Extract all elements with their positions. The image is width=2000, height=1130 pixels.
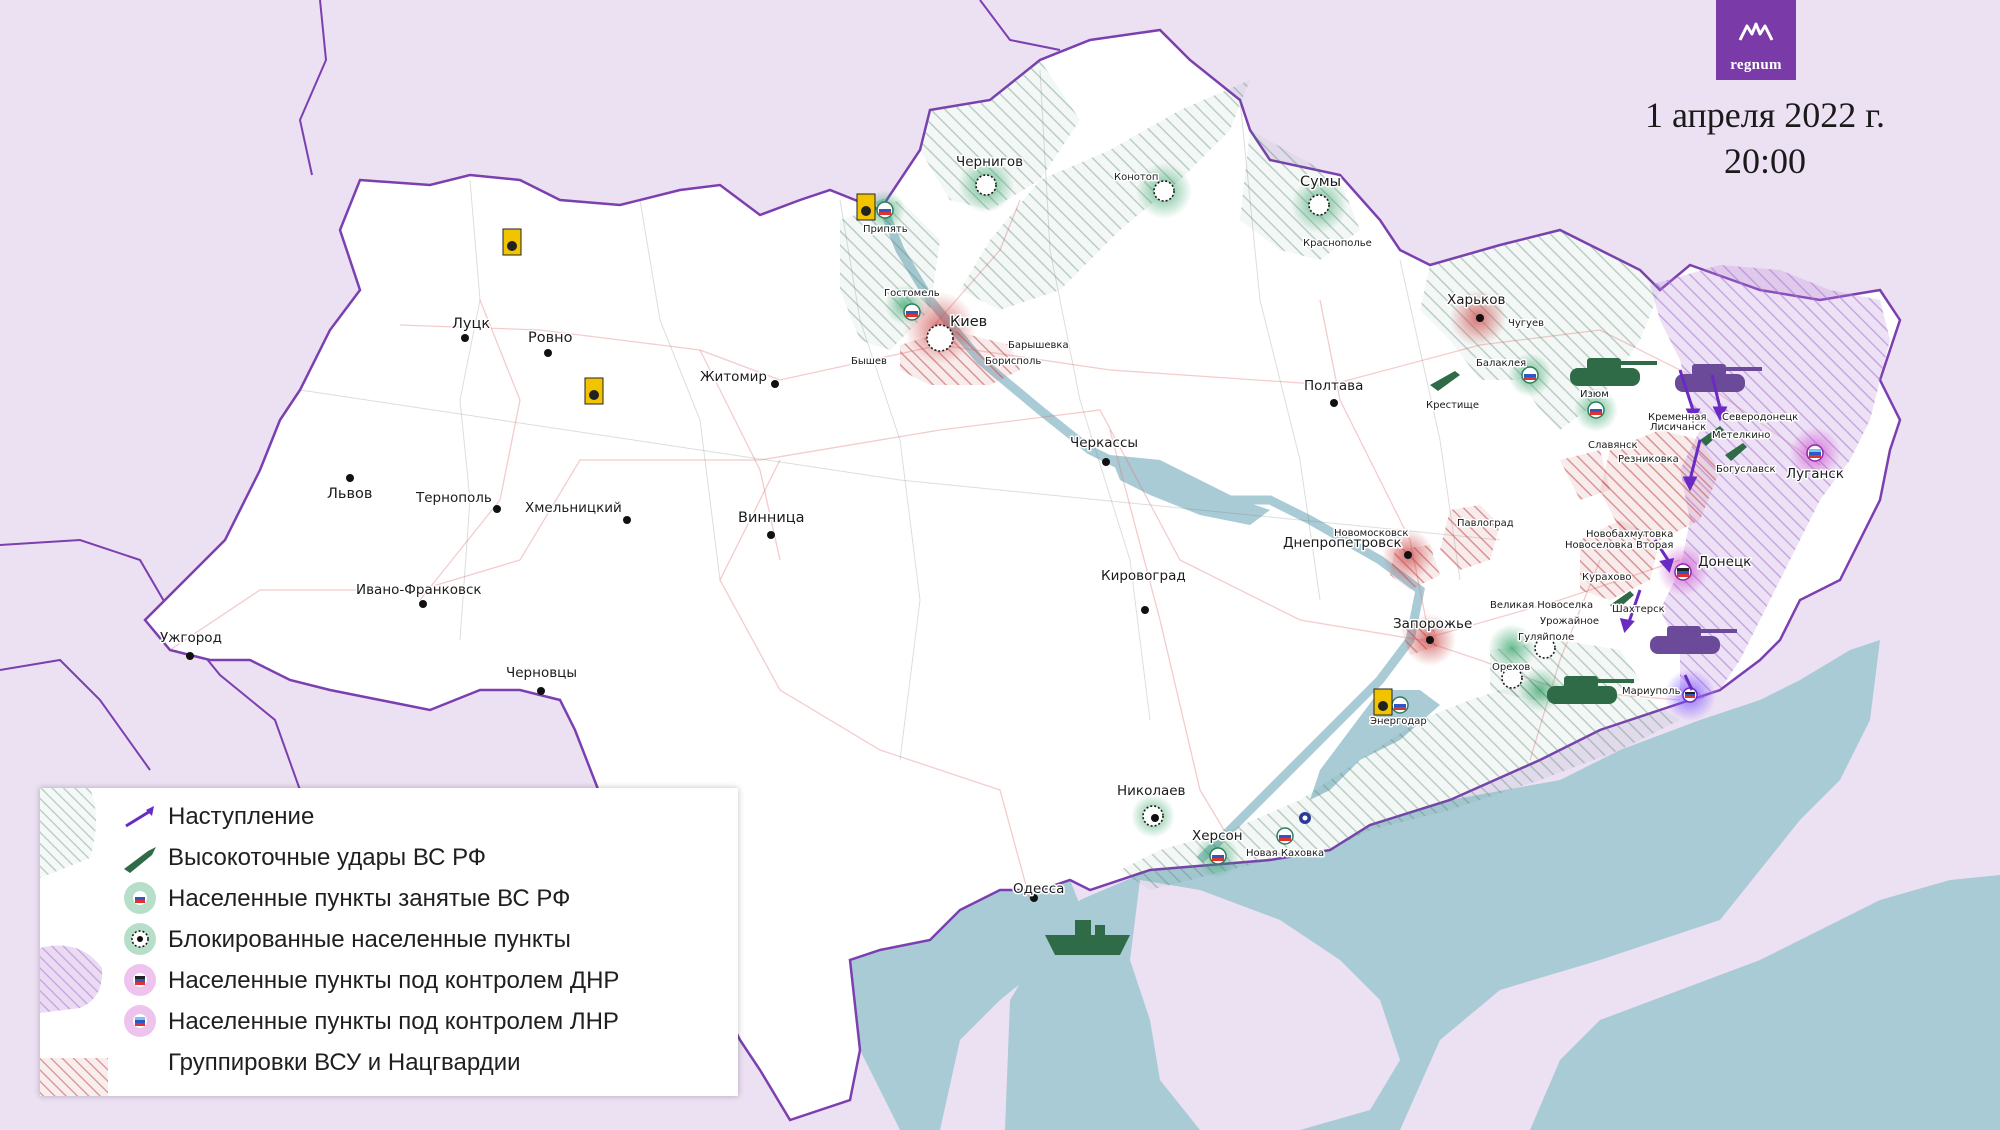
label-shakhtersk: Шахтерск — [1612, 604, 1665, 615]
legend-item-lnr: Населенные пункты под контролем ЛНР — [40, 1001, 738, 1041]
label-novobakhmutovka: Новобахмутовка — [1586, 529, 1673, 540]
date-text: 1 апреля 2022 г. — [1645, 95, 1885, 135]
gear-icon — [1299, 812, 1311, 824]
label-metelkino: Метелкино — [1712, 430, 1770, 441]
label-rubezhnoe: Резниковка — [1618, 454, 1679, 465]
label-krasnopolye: Краснополье — [1303, 238, 1372, 249]
label-donetsk: Донецк — [1698, 554, 1751, 570]
label-chernigov: Чернигов — [956, 154, 1023, 170]
lnr-icon — [124, 1005, 156, 1037]
label-novoselovka: Новоселовка Вторая — [1565, 540, 1673, 551]
label-urozhainoe: Урожайное — [1540, 616, 1599, 627]
label-zaporozhye: Запорожье — [1393, 616, 1472, 632]
arrow-icon — [125, 806, 154, 828]
logo-wordmark: regnum — [1730, 57, 1782, 73]
label-lutsk: Луцк — [452, 316, 490, 332]
legend-label: Наступление — [168, 803, 315, 830]
label-zhitomir: Житомир — [700, 369, 767, 385]
label-lugansk: Луганск — [1786, 466, 1844, 482]
legend-label: Блокированные населенные пункты — [168, 926, 571, 953]
logo-mark-icon — [1738, 22, 1774, 41]
label-severodonetsk: Северодонецк — [1722, 412, 1798, 423]
label-pripyat: Припять — [863, 224, 908, 235]
label-byshev: Бышев — [851, 356, 887, 367]
label-bogoslavsk: Богуславск — [1716, 464, 1776, 475]
ru-occupied-icon — [124, 882, 156, 914]
legend-item-ukr-groups: Группировки ВСУ и Нацгвардии — [40, 1042, 738, 1082]
legend-label: Населенные пункты занятые ВС РФ — [168, 885, 571, 912]
label-borispol: Борисполь — [985, 356, 1041, 367]
label-baryshevka: Барышевка — [1008, 340, 1069, 351]
label-chernovtsy: Черновцы — [506, 665, 577, 681]
label-kurakhovo: Курахово — [1582, 572, 1632, 583]
legend-label: Группировки ВСУ и Нацгвардии — [168, 1049, 521, 1076]
label-novomoskovsk: Новомосковск — [1334, 528, 1408, 539]
label-kharkov: Харьков — [1447, 292, 1505, 308]
legend-item-blocked: Блокированные населенные пункты — [40, 919, 738, 959]
label-chuguev: Чугуев — [1508, 318, 1544, 329]
legend-label: Высокоточные удары ВС РФ — [168, 844, 487, 871]
label-izyum: Изюм — [1580, 389, 1609, 400]
label-sumy: Сумы — [1300, 174, 1341, 190]
label-novaya-kakhovka: Новая Каховка — [1246, 848, 1324, 859]
label-slavyansk: Славянск — [1588, 440, 1638, 451]
label-rovno: Ровно — [528, 330, 573, 346]
date-time-header: 1 апреля 2022 г. 20:00 — [1605, 92, 1925, 184]
label-energodar: Энергодар — [1370, 716, 1427, 727]
label-nikolaev: Николаев — [1117, 783, 1186, 799]
label-vinnitsa: Винница — [738, 510, 805, 526]
label-mariupol: Мариуполь — [1622, 686, 1681, 697]
label-pavlograd: Павлоград — [1457, 518, 1514, 529]
label-ivano-frankovsk: Ивано-Франковск — [356, 582, 482, 598]
label-lvov: Львов — [327, 486, 372, 502]
label-gostomel: Гостомель — [884, 288, 940, 299]
label-uzhgorod: Ужгород — [160, 630, 222, 646]
label-cherkassy: Черкассы — [1070, 435, 1138, 451]
label-konotop: Конотоп — [1114, 172, 1158, 183]
missile-icon — [124, 847, 156, 873]
legend-label: Населенные пункты под контролем ДНР — [168, 967, 620, 994]
label-khmelnitsky: Хмельницкий — [525, 500, 622, 516]
label-balakleya: Балаклея — [1476, 358, 1526, 369]
legend-item-strikes: Высокоточные удары ВС РФ — [40, 837, 738, 877]
regnum-logo: regnum — [1716, 0, 1796, 80]
label-kirovograd: Кировоград — [1101, 568, 1186, 584]
legend-item-advance: Наступление — [40, 796, 738, 836]
dnr-icon — [124, 964, 156, 996]
label-odessa: Одесса — [1013, 881, 1064, 897]
label-lisichansk: Лисичанск — [1650, 422, 1706, 433]
label-kiev: Киев — [950, 314, 987, 330]
legend-label: Населенные пункты под контролем ЛНР — [168, 1008, 619, 1035]
label-poltava: Полтава — [1304, 378, 1363, 394]
label-velikaya-novoselka: Великая Новоселка — [1490, 600, 1593, 611]
blocked-icon — [124, 923, 156, 955]
map-legend: Наступление Высокоточные удары ВС РФ Нас… — [40, 788, 738, 1096]
label-ternopol: Тернополь — [415, 490, 492, 506]
time-text: 20:00 — [1723, 141, 1806, 181]
legend-item-occupied: Населенные пункты занятые ВС РФ — [40, 878, 738, 918]
legend-item-dnr: Населенные пункты под контролем ДНР — [40, 960, 738, 1000]
label-kherson: Херсон — [1192, 828, 1243, 844]
label-orekhov: Орехов — [1492, 662, 1530, 673]
label-krestishche: Крестище — [1426, 400, 1479, 411]
label-gulyaipole: Гуляйполе — [1518, 632, 1574, 643]
